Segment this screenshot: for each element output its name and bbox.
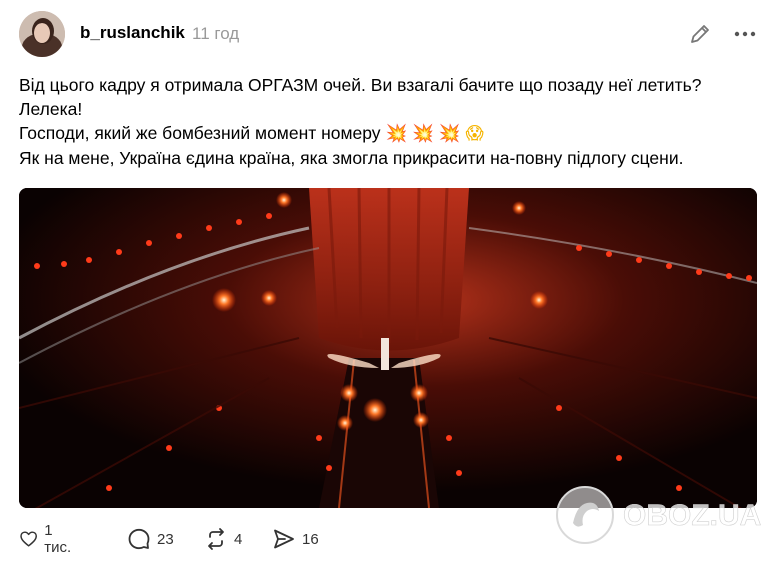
heart-icon [20, 531, 37, 547]
more-horizontal-icon [734, 31, 756, 37]
repost-button[interactable]: 4 [204, 525, 242, 553]
post-time: 11 год [192, 24, 240, 43]
oboz-logo-icon: OBOZ.UA [556, 486, 762, 544]
oboz-watermark: OBOZ.UA [553, 483, 773, 547]
watermark-text: OBOZ.UA [623, 499, 761, 532]
repost-arrows-icon [208, 528, 224, 550]
share-count: 16 [302, 530, 319, 548]
post-caption: Від цього кадру я отримала ОРГАЗМ очей. … [19, 73, 759, 170]
like-count: 1 тис. [44, 522, 72, 556]
post-header: b_ruslanchik 11 год [19, 11, 777, 57]
stage-photo [19, 188, 757, 508]
avatar[interactable] [19, 11, 65, 57]
pencil-icon [691, 25, 709, 43]
edit-button[interactable] [687, 21, 713, 47]
comment-count: 23 [157, 530, 174, 548]
like-button[interactable]: 1 тис. [19, 522, 76, 556]
collision-emoji: 💥 [412, 124, 434, 144]
username[interactable]: b_ruslanchik [80, 23, 185, 43]
collision-emoji: 💥 [438, 124, 461, 144]
caption-line: Від цього кадру я отримала ОРГАЗМ очей. … [19, 75, 702, 119]
send-arrow-icon [274, 529, 294, 549]
collision-emoji: 💥 [385, 124, 408, 144]
scream-emoji: 😱 [465, 124, 484, 144]
share-button[interactable]: 16 [272, 525, 319, 553]
repost-count: 4 [234, 530, 243, 548]
caption-line: Як на мене, Україна єдина країна, яка зм… [19, 148, 684, 168]
post-image[interactable] [19, 188, 757, 508]
comment-button[interactable]: 23 [127, 525, 174, 553]
caption-line-text: Господи, який же бомбезний момент номеру [19, 123, 381, 143]
more-button[interactable] [732, 21, 758, 47]
caption-line-with-emojis: Господи, який же бомбезний момент номеру… [19, 121, 759, 146]
comment-bubble-icon [128, 528, 150, 550]
